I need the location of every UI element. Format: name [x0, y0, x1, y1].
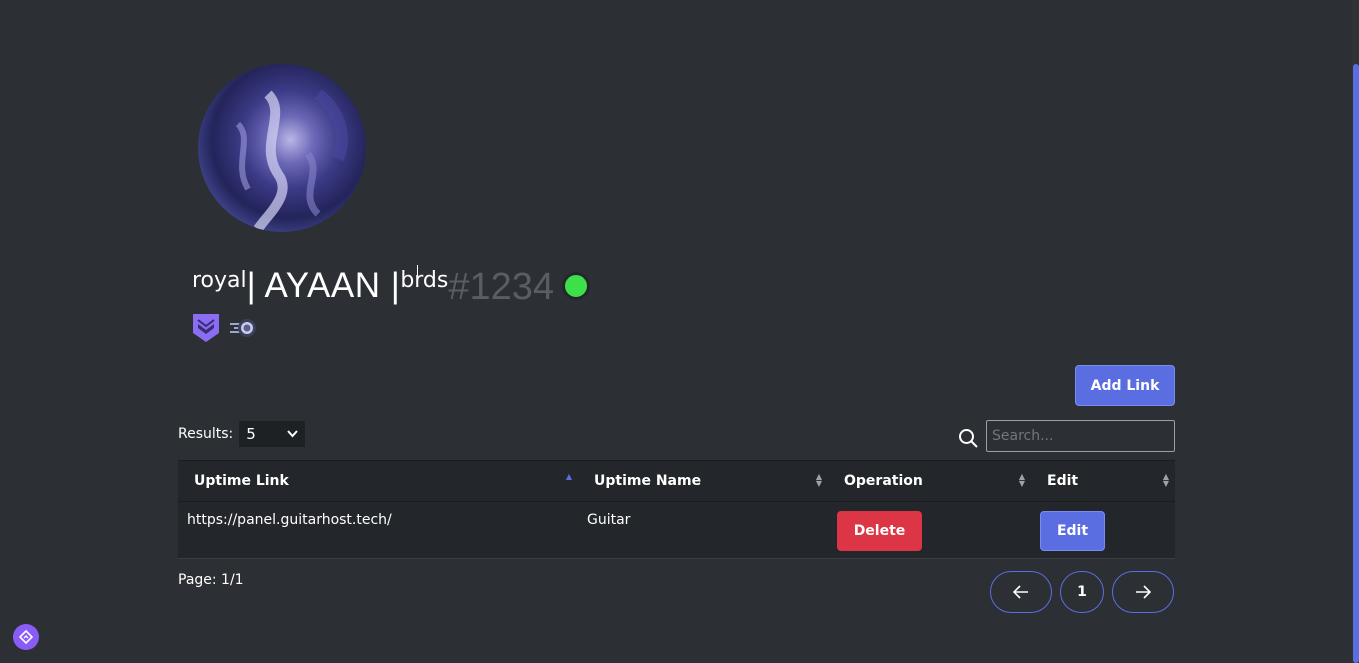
add-link-button[interactable]: Add Link: [1075, 365, 1175, 406]
delete-button[interactable]: Delete: [837, 511, 922, 551]
results-per-page: Results: 5: [178, 421, 306, 447]
table-row: https://panel.guitarhost.tech/ Guitar De…: [178, 502, 1175, 559]
table-header: Uptime Link ▲▼ Uptime Name ▲▼ Operation …: [178, 460, 1175, 502]
prev-page-button[interactable]: [990, 571, 1052, 613]
assistant-launcher-button[interactable]: [13, 624, 39, 650]
cell-edit: Edit: [1031, 502, 1175, 558]
header-label: Operation: [844, 473, 923, 489]
diamond-arrow-icon: [19, 630, 33, 644]
arrow-left-icon: [1013, 585, 1028, 599]
search-input[interactable]: [986, 420, 1175, 452]
next-page-button[interactable]: [1112, 571, 1174, 613]
edit-button[interactable]: Edit: [1040, 511, 1105, 551]
username-main: | AYAAN |: [246, 266, 401, 305]
links-table: Uptime Link ▲▼ Uptime Name ▲▼ Operation …: [178, 460, 1175, 559]
header-label: Edit: [1047, 473, 1079, 489]
header-label: Uptime Link: [194, 473, 289, 489]
pagination: 1: [990, 571, 1174, 613]
header-operation[interactable]: Operation ▲ ▼: [828, 461, 1031, 501]
sort-icon: ▲ ▼: [1162, 472, 1169, 488]
cell-uptime-link: https://panel.guitarhost.tech/: [187, 512, 392, 528]
discriminator: #1234: [448, 266, 555, 308]
results-select[interactable]: 5: [239, 421, 306, 447]
username-prefix: royal: [192, 268, 247, 293]
profile-page: royal | AYAAN | brds #1234 Add Link Resu…: [0, 0, 1359, 663]
sort-icon: ▲ ▼: [815, 472, 822, 488]
header-uptime-name[interactable]: Uptime Name ▲ ▼: [578, 461, 828, 501]
username-suffix: brds: [400, 268, 449, 293]
username: royal | AYAAN | brds #1234: [192, 262, 591, 312]
cell-uptime-name: Guitar: [587, 512, 631, 528]
arrow-right-icon: [1136, 585, 1151, 599]
cell-operation: Delete: [828, 502, 1031, 558]
sort-icon: ▲ ▼: [1018, 472, 1025, 488]
search-icon[interactable]: [958, 428, 978, 448]
scrollbar-thumb[interactable]: [1353, 64, 1359, 663]
page-info: Page: 1/1: [178, 572, 244, 588]
chevron-down-icon: [287, 427, 299, 441]
results-select-value: 5: [246, 425, 256, 443]
avatar: [198, 64, 366, 232]
text-cursor: [417, 265, 418, 279]
page-number-button[interactable]: 1: [1060, 571, 1104, 613]
badge-list: [192, 313, 258, 343]
online-status-icon: [562, 272, 591, 300]
boost-icon: [230, 319, 256, 337]
results-label: Results:: [178, 426, 234, 442]
hypesquad-icon: [193, 314, 219, 342]
header-label: Uptime Name: [594, 473, 702, 489]
sort-asc-icon: ▲▼: [565, 472, 572, 481]
header-uptime-link[interactable]: Uptime Link ▲▼: [178, 461, 578, 501]
header-edit[interactable]: Edit ▲ ▼: [1031, 461, 1175, 501]
